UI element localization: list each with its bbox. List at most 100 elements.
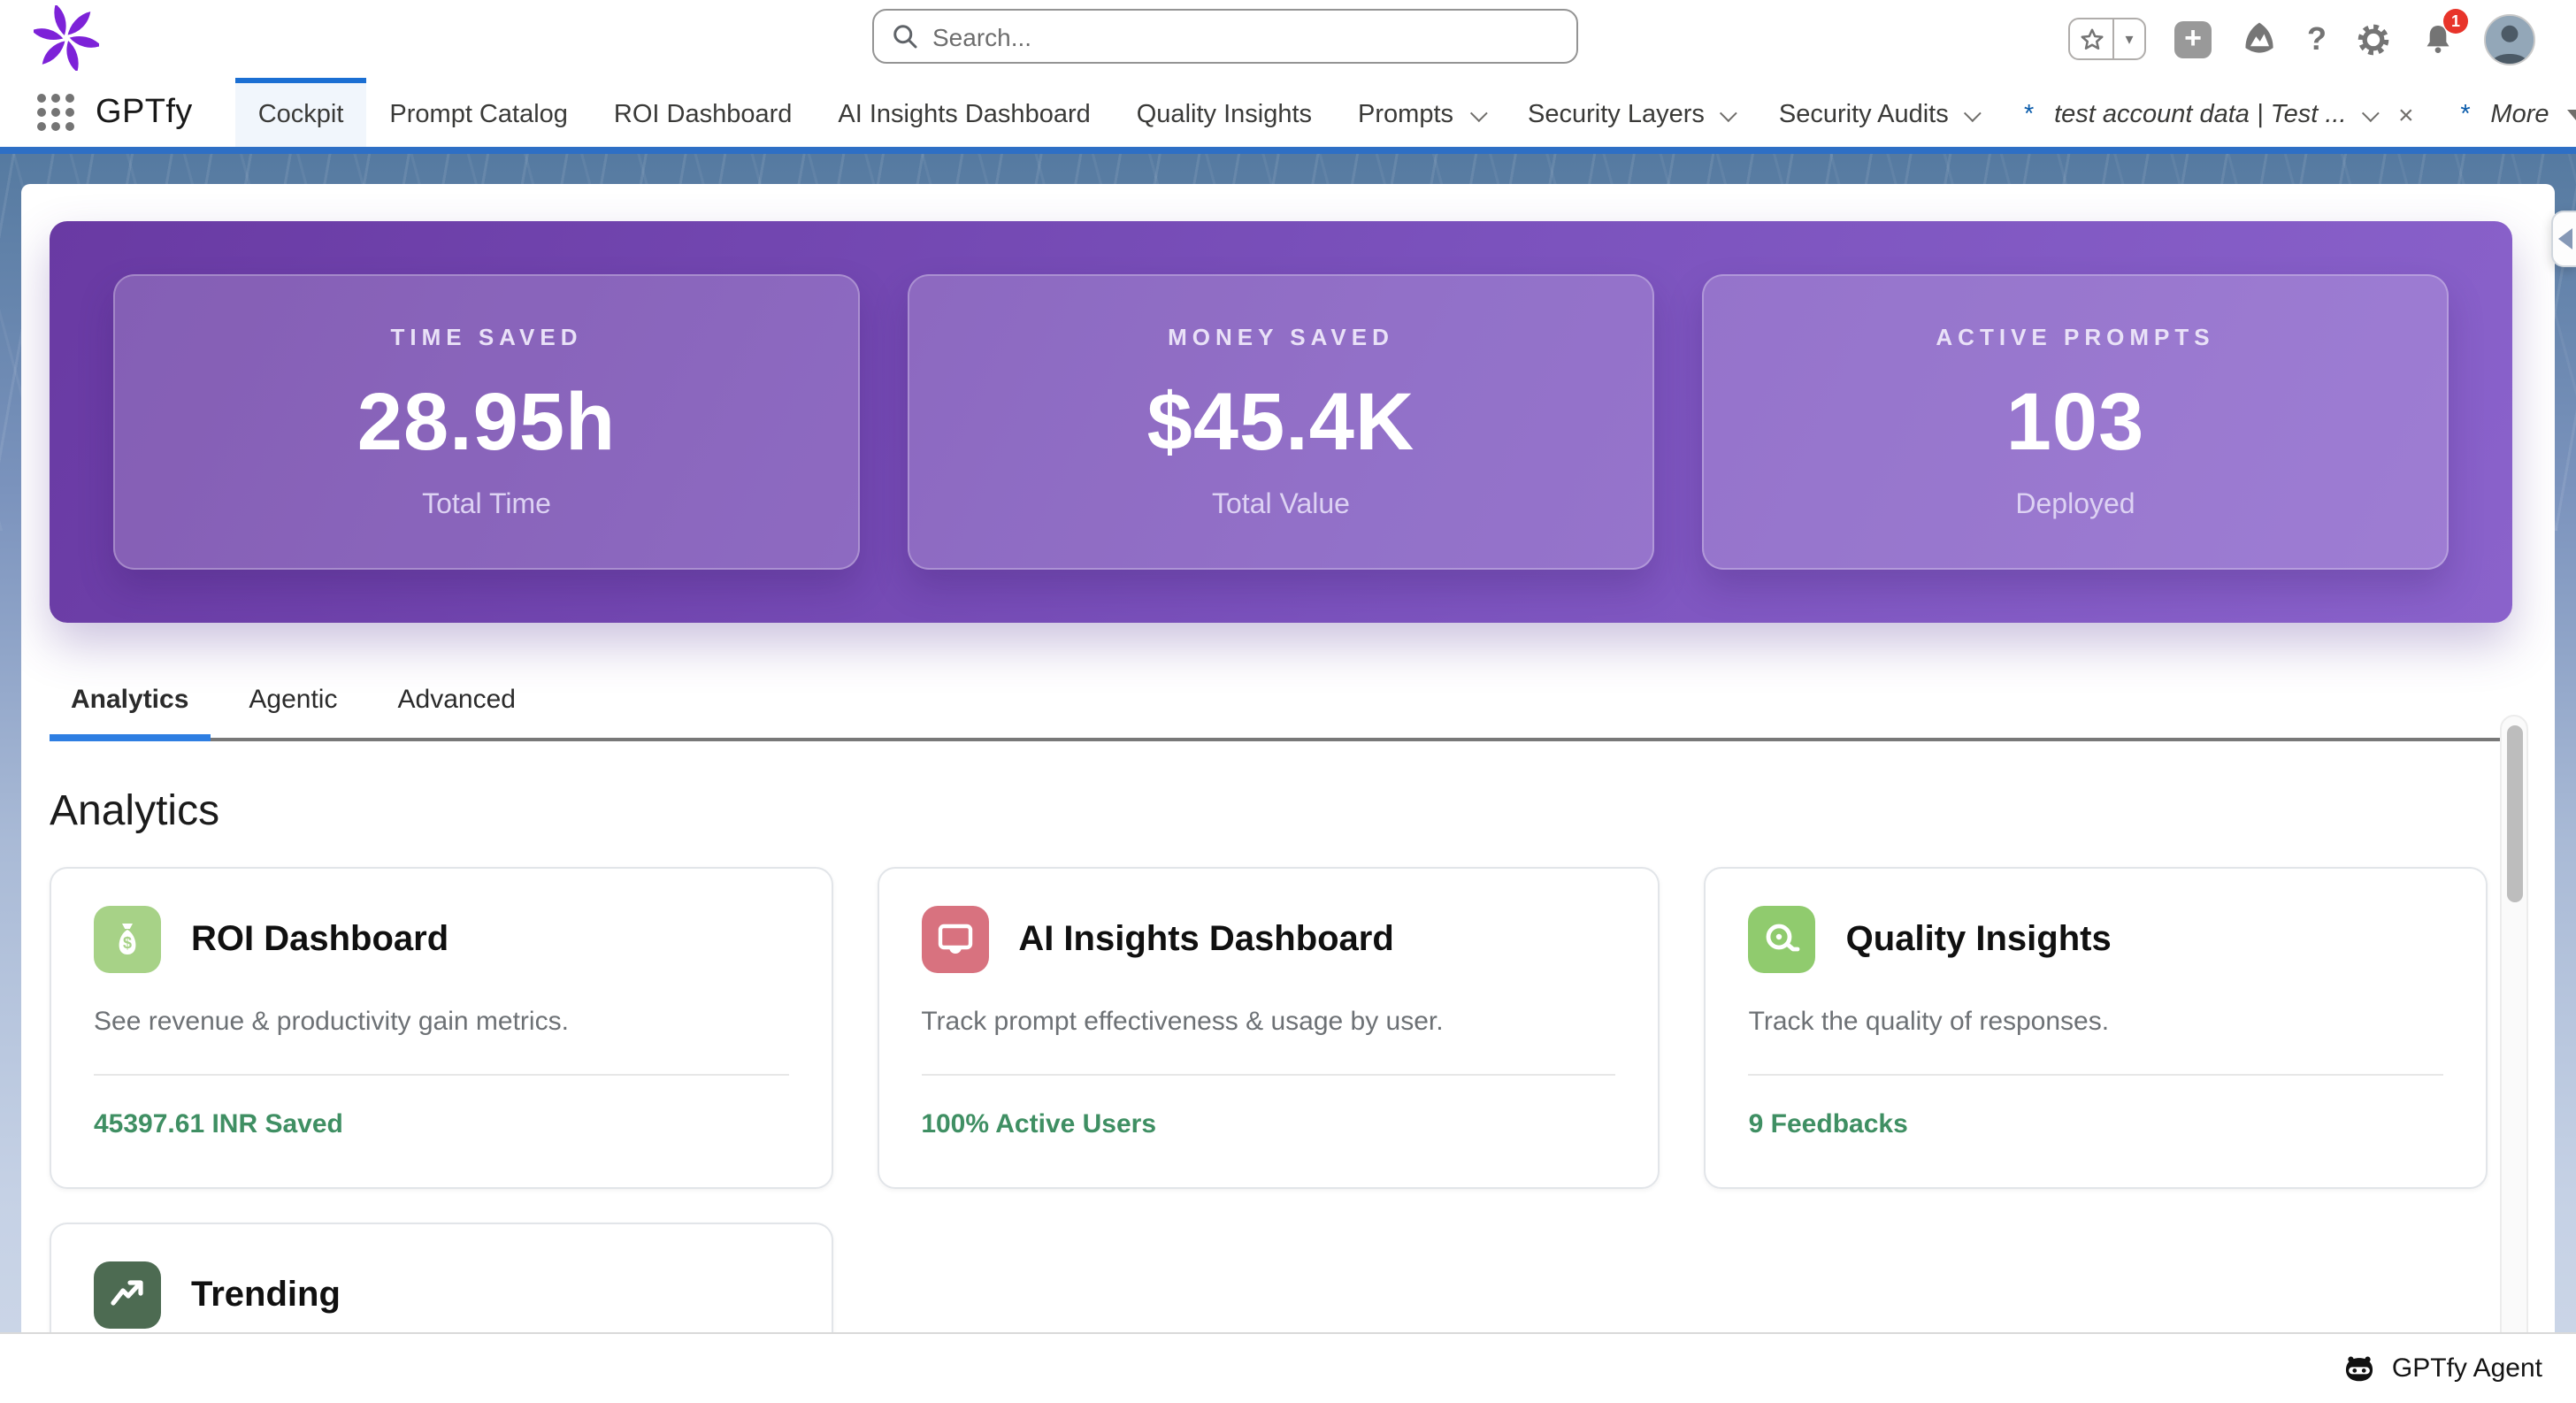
tab-label: Quality Insights [1137,101,1312,129]
triangle-left-icon [2558,228,2572,249]
robot-icon [2342,1352,2376,1385]
card-quality-insights[interactable]: Quality Insights Track the quality of re… [1705,867,2488,1189]
collapse-panel-handle[interactable] [2551,211,2576,267]
vertical-scrollbar[interactable] [2500,715,2528,1403]
trending-up-icon [94,1261,161,1329]
search-input[interactable] [932,22,1559,50]
tab-label: Prompts [1358,101,1453,129]
utility-icons: ▾ + ? 1 [2068,0,2535,78]
card-title: Quality Insights [1846,919,2112,960]
user-avatar[interactable] [2484,13,2535,65]
viewport-scaler: ▾ + ? 1 [0,0,2576,1403]
divider [94,1074,788,1076]
tab-prompt-catalog[interactable]: Prompt Catalog [366,78,591,147]
brand-accent-bar [0,147,2576,154]
stat-label: ACTIVE PROMPTS [1936,323,2214,349]
tab-label: Cockpit [258,101,344,129]
card-ai-insights-dashboard[interactable]: AI Insights Dashboard Track prompt effec… [877,867,1660,1189]
tab-advanced[interactable]: Advanced [377,671,537,741]
tab-label: test account data | Test ... [2054,101,2347,129]
tab-agentic[interactable]: Agentic [227,671,358,741]
card-metric: 100% Active Users [921,1109,1615,1139]
stat-label: MONEY SAVED [1168,323,1394,349]
stat-value: 28.95h [357,372,616,468]
unsaved-indicator: * [2023,101,2033,129]
stat-value: 103 [2006,372,2145,468]
utility-bar: ▾ + ? 1 [0,0,2576,78]
tab-prompts[interactable]: Prompts [1335,78,1505,147]
trailhead-icon[interactable] [2240,19,2279,58]
tab-roi-dashboard[interactable]: ROI Dashboard [591,78,816,147]
svg-text:$: $ [123,934,132,952]
gptfy-cockpit-page: ▾ + ? 1 [0,0,2576,1403]
stat-sublabel: Deployed [2015,489,2135,521]
tab-label: More [2490,101,2549,129]
tab-label: Security Audits [1779,101,1949,129]
gptfy-agent-launcher[interactable]: GPTfy Agent [2342,1352,2542,1385]
dropdown-triangle-icon [2567,110,2576,120]
setup-gear-icon[interactable] [2355,20,2392,58]
stats-banner: TIME SAVED 28.95h Total Time MONEY SAVED… [50,221,2512,623]
notifications-bell-icon[interactable]: 1 [2420,21,2456,57]
global-search[interactable] [872,9,1578,64]
card-description: Track the quality of responses. [1749,1007,2443,1037]
chevron-down-icon [1469,104,1487,121]
notification-count-badge: 1 [2443,9,2468,34]
tab-label: Security Layers [1528,101,1705,129]
divider [1749,1074,2443,1076]
stat-card-active-prompts: ACTIVE PROMPTS 103 Deployed [1702,274,2449,570]
tab-label: Prompt Catalog [389,101,568,129]
search-icon [892,23,918,50]
agent-label: GPTfy Agent [2392,1353,2542,1384]
tab-more[interactable]: * More [2436,78,2576,147]
card-description: Track prompt effectiveness & usage by us… [921,1007,1615,1037]
global-actions-plus-icon[interactable]: + [2174,20,2212,58]
app-launcher-icon[interactable] [37,94,74,131]
card-title: ROI Dashboard [191,919,448,960]
tab-label: ROI Dashboard [614,101,793,129]
tab-quality-insights[interactable]: Quality Insights [1114,78,1335,147]
favorites-control: ▾ [2068,18,2146,60]
divider [921,1074,1615,1076]
card-metric: 45397.61 INR Saved [94,1109,788,1139]
cockpit-content-panel: TIME SAVED 28.95h Total Time MONEY SAVED… [21,184,2555,1403]
stat-sublabel: Total Value [1212,489,1350,521]
card-title: AI Insights Dashboard [1018,919,1394,960]
stat-sublabel: Total Time [422,489,551,521]
stat-label: TIME SAVED [391,323,583,349]
chevron-down-icon [1965,104,1982,121]
tab-security-audits[interactable]: Security Audits [1756,78,2000,147]
monitor-icon [921,906,988,973]
tab-label: AI Insights Dashboard [838,101,1090,129]
card-metric: 9 Feedbacks [1749,1109,2443,1139]
help-icon[interactable]: ? [2307,20,2327,58]
card-description: See revenue & productivity gain metrics. [94,1007,788,1037]
content-tabs: Analytics Agentic Advanced [50,671,2512,741]
measuring-tape-icon [1749,906,1816,973]
tab-ai-insights-dashboard[interactable]: AI Insights Dashboard [815,78,1113,147]
favorites-dropdown-icon[interactable]: ▾ [2112,19,2144,58]
stat-card-money-saved: MONEY SAVED $45.4K Total Value [908,274,1654,570]
tab-security-layers[interactable]: Security Layers [1505,78,1756,147]
nav-tabs: Cockpit Prompt Catalog ROI Dashboard AI … [235,78,2576,147]
card-roi-dashboard[interactable]: $ ROI Dashboard See revenue & productivi… [50,867,832,1189]
navigation-bar: GPTfy Cockpit Prompt Catalog ROI Dashboa… [0,78,2576,147]
tab-analytics[interactable]: Analytics [50,671,210,741]
stat-value: $45.4K [1147,372,1415,468]
favorites-star-icon[interactable] [2070,19,2112,58]
close-tab-icon[interactable]: × [2398,100,2414,130]
section-title: Analytics [50,787,2555,837]
tab-test-account-data[interactable]: * test account data | Test ... × [2000,78,2436,147]
money-bag-icon: $ [94,906,161,973]
bottom-utility-bar: GPTfy Agent [0,1332,2576,1403]
gptfy-logo-icon [34,5,99,71]
chevron-down-icon [1721,104,1738,121]
stat-card-time-saved: TIME SAVED 28.95h Total Time [113,274,860,570]
card-title: Trending [191,1275,341,1315]
chevron-down-icon [2362,104,2380,121]
unsaved-indicator: * [2459,101,2469,129]
scrollbar-thumb[interactable] [2507,725,2523,902]
analytics-cards-grid: $ ROI Dashboard See revenue & productivi… [50,867,2488,1403]
app-name: GPTfy [96,93,193,132]
tab-cockpit[interactable]: Cockpit [235,78,367,147]
